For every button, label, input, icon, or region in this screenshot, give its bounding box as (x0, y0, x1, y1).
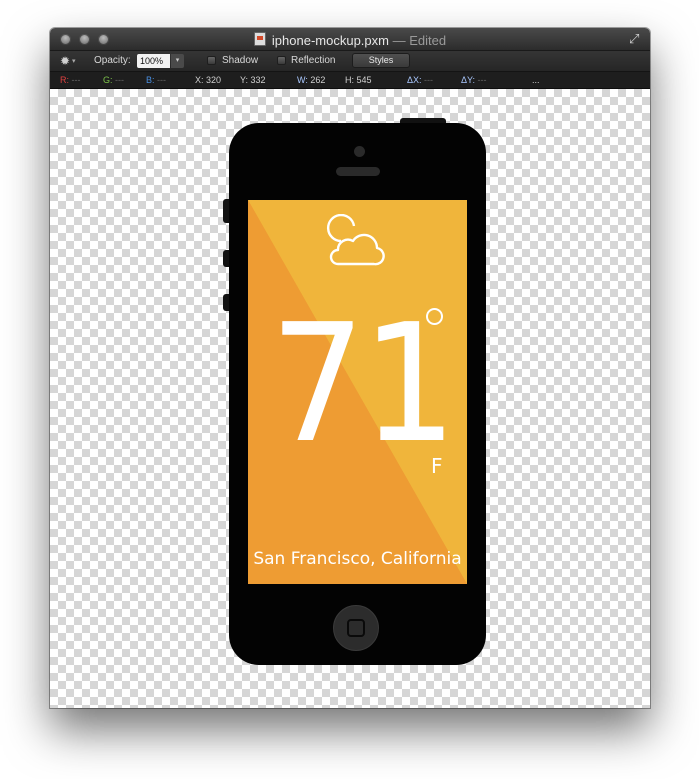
edited-status: Edited (409, 33, 447, 48)
x-readout: X: 320 (195, 75, 222, 85)
y-readout: Y: 332 (240, 75, 266, 85)
delta-y-readout: ΔY: --- (461, 75, 487, 85)
phone-speaker (336, 167, 380, 176)
reflection-label[interactable]: Reflection (291, 55, 335, 66)
width-readout: W: 262 (297, 75, 326, 85)
fullscreen-icon[interactable]: ⤢ (629, 32, 643, 46)
degree-symbol (426, 308, 443, 325)
opacity-input[interactable] (137, 54, 170, 68)
delta-x-readout: ΔX: --- (407, 75, 434, 85)
window-title: iphone-mockup.pxm — Edited (50, 31, 650, 48)
styles-button[interactable]: Styles (352, 53, 410, 68)
temperature-unit: F (431, 454, 443, 478)
chevron-down-icon[interactable]: ▾ (72, 57, 76, 65)
height-readout: H: 545 (345, 75, 372, 85)
color-readout-b: B: --- (146, 75, 167, 85)
phone-camera (354, 146, 365, 157)
reflection-checkbox[interactable] (277, 56, 286, 65)
shadow-label[interactable]: Shadow (222, 55, 258, 66)
partly-cloudy-icon (326, 214, 385, 266)
temperature-value: 71 (270, 290, 457, 479)
info-bar: R: --- G: --- B: --- X: 320 Y: 332 W: 26… (50, 72, 650, 89)
opacity-dropdown-button[interactable]: ▾ (171, 54, 184, 68)
home-square-icon (347, 619, 365, 637)
color-readout-g: G: --- (103, 75, 125, 85)
shadow-checkbox[interactable] (207, 56, 216, 65)
document-name: iphone-mockup.pxm (271, 33, 389, 48)
location-label: San Francisco, California (253, 549, 462, 569)
color-readout-r: R: --- (60, 75, 81, 85)
layer-toolbar: ✹ ▾ Opacity: ▾ Shadow Reflection Styles (50, 51, 650, 72)
title-bar[interactable]: iphone-mockup.pxm — Edited ⤢ (50, 28, 650, 51)
document-icon (253, 32, 266, 46)
opacity-label: Opacity: (94, 55, 131, 66)
title-separator: — (392, 33, 406, 48)
more-readouts: ... (532, 75, 540, 85)
gear-icon[interactable]: ✹ (60, 54, 70, 68)
